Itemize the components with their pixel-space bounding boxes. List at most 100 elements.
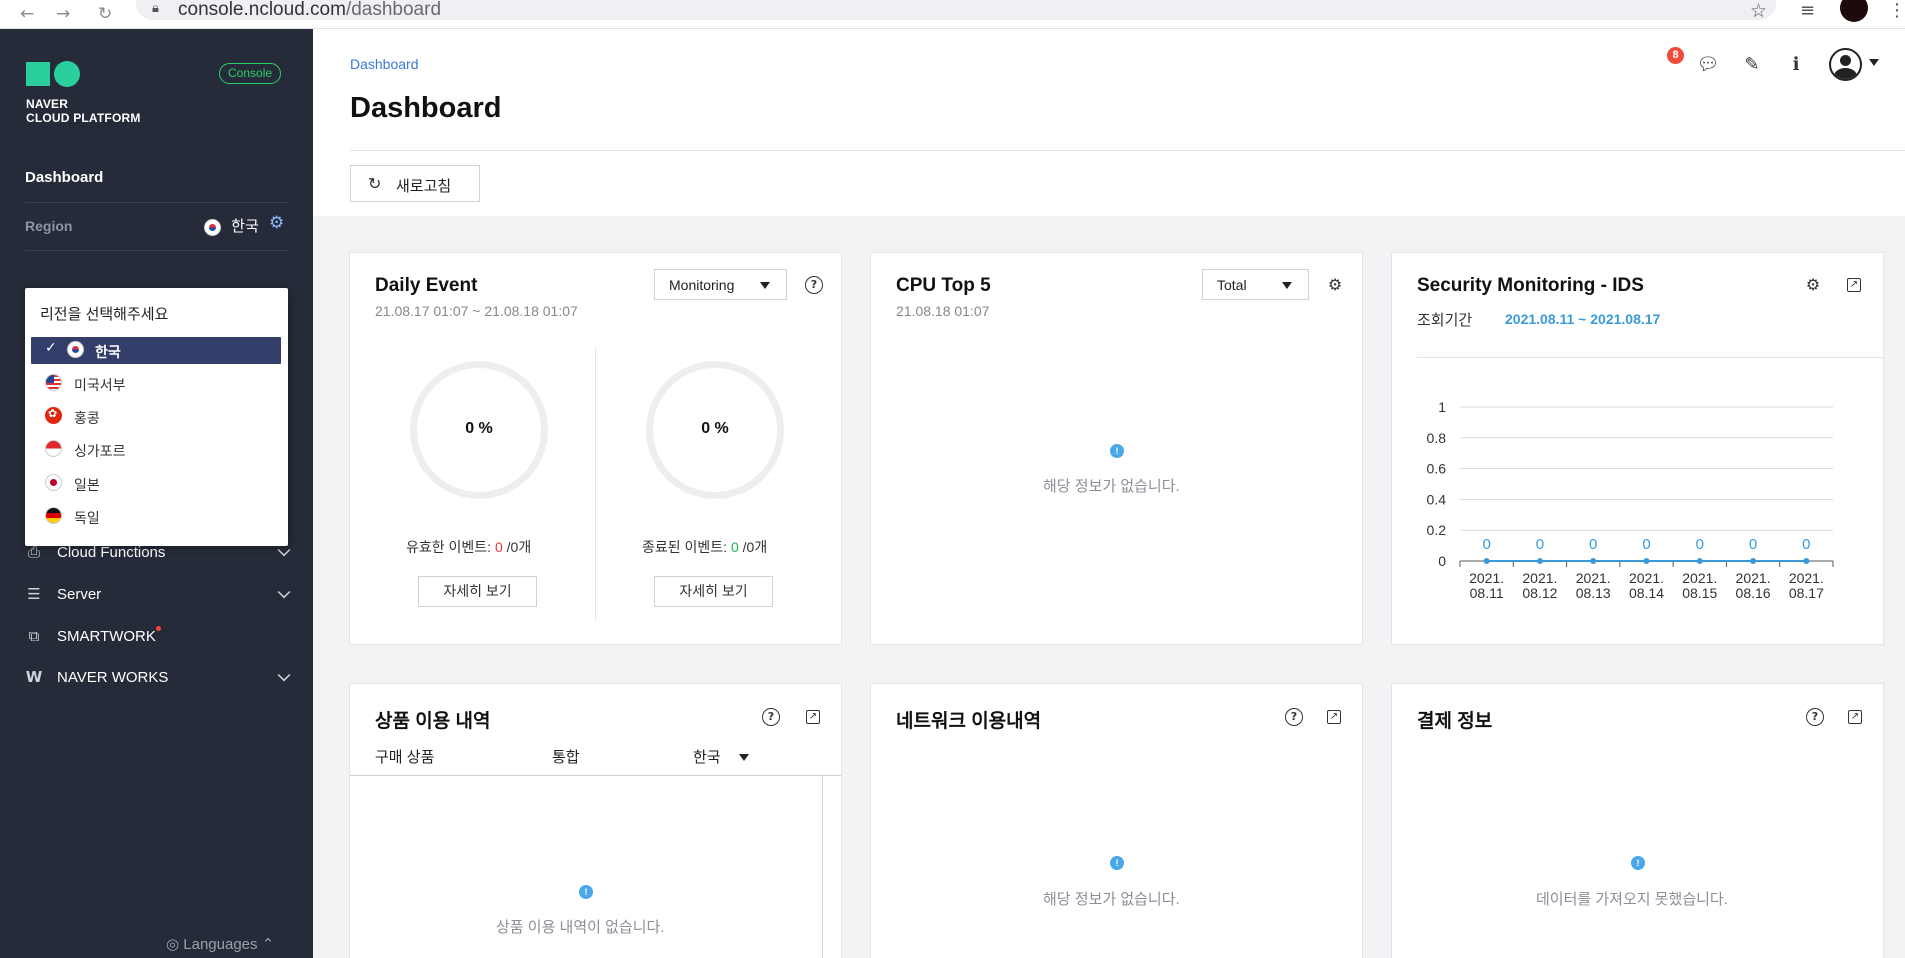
cpu-top5-card: CPU Top 5 21.08.18 01:07 Total ⚙ ! 해당 정보… [870, 252, 1363, 645]
region-option-germany[interactable]: 독일 [31, 503, 281, 530]
network-usage-card: 네트워크 이용내역 ? ↗ ! 해당 정보가 없습니다. [870, 683, 1363, 958]
data-label: 0 [1589, 536, 1597, 553]
ended-event-percent: 0 % [701, 420, 729, 437]
external-link-icon[interactable]: ↗ [1327, 710, 1341, 724]
region-option-japan[interactable]: 일본 [31, 470, 281, 497]
info-icon: ! [1110, 444, 1124, 458]
germany-flag-icon [45, 507, 62, 524]
region-dropdown-title: 리전을 선택해주세요 [40, 306, 169, 323]
chevron-up-icon: ⌃ [261, 935, 275, 953]
valid-event-percent: 0 % [465, 420, 493, 437]
chat-icon[interactable]: 💬︎ [1694, 51, 1722, 79]
daily-event-card: Daily Event 21.08.17 01:07 ~ 21.08.18 01… [349, 252, 842, 645]
x-tick-label: 08.14 [1629, 585, 1664, 601]
region-option-korea[interactable]: ✓ 한국 [31, 337, 281, 364]
sidebar-item-server[interactable]: ☰ Server [25, 584, 291, 608]
user-avatar[interactable] [1829, 48, 1862, 81]
data-point [1696, 558, 1703, 564]
period-text: 21.08.17 01:07 ~ 21.08.18 01:07 [375, 303, 578, 319]
x-tick-label: 08.13 [1576, 585, 1611, 601]
back-icon[interactable]: ← [20, 4, 34, 24]
edit-note-icon[interactable]: ✎ [1738, 51, 1766, 79]
region-label: Region [25, 218, 73, 234]
x-tick-label: 08.17 [1789, 585, 1824, 601]
data-point [1590, 558, 1597, 564]
region-option-singapore[interactable]: 싱가포르 [31, 436, 281, 463]
external-link-icon[interactable]: ↗ [1847, 278, 1861, 292]
japan-flag-icon [45, 474, 62, 491]
chevron-down-icon [277, 585, 291, 599]
refresh-icon: ↻ [368, 174, 382, 193]
browser-menu-icon[interactable]: ⋮ [1888, 0, 1905, 21]
sidebar-item-smartwork[interactable]: ⧉ SMARTWORK [25, 626, 290, 650]
cpu-filter-select[interactable]: Total [1202, 269, 1309, 300]
x-tick-label: 2021. [1789, 570, 1824, 586]
forward-icon[interactable]: → [56, 4, 70, 24]
user-menu-caret-icon[interactable] [1869, 59, 1879, 66]
info-panel-icon[interactable]: ℹ [1782, 51, 1810, 79]
caret-down-icon [1282, 282, 1292, 289]
daily-event-filter-select[interactable]: Monitoring [654, 269, 787, 300]
ended-event-detail-button[interactable]: 자세히 보기 [654, 576, 773, 607]
help-icon[interactable]: ? [1285, 708, 1303, 726]
console-badge[interactable]: Console [219, 63, 282, 84]
product-usage-table-body: ! 상품 이용 내역이 없습니다. [350, 776, 823, 958]
external-link-icon[interactable]: ↗ [806, 710, 820, 724]
caret-down-icon[interactable] [739, 754, 749, 761]
data-label: 0 [1749, 536, 1757, 553]
region-selector[interactable]: 한국 [204, 215, 259, 236]
page-title: Dashboard [350, 92, 502, 124]
naver-cloud-logo[interactable] [26, 61, 82, 87]
media-icon[interactable]: ≡ [1800, 0, 1815, 21]
data-label: 0 [1482, 536, 1490, 553]
y-tick-label: 0.8 [1427, 430, 1447, 446]
payment-info-card: 결제 정보 ? ↗ ! 데이터를 가져오지 못했습니다. [1391, 683, 1884, 958]
divider [350, 150, 1905, 151]
data-point [1536, 558, 1543, 564]
logo-text: NAVER CLOUD PLATFORM [26, 97, 141, 125]
gear-icon[interactable]: ⚙ [1804, 276, 1822, 294]
data-point [1483, 558, 1490, 564]
time-text: 21.08.18 01:07 [896, 303, 990, 319]
y-tick-label: 1 [1438, 399, 1446, 415]
empty-message: 상품 이용 내역이 없습니다. [496, 919, 665, 936]
info-icon: ! [579, 885, 593, 899]
gear-icon[interactable]: ⚙ [1326, 276, 1344, 294]
reload-icon[interactable]: ↻ [98, 4, 112, 24]
card-title: Security Monitoring - IDS [1417, 275, 1644, 296]
chevron-down-icon [277, 668, 291, 682]
ids-line-chart: 00.20.40.60.8102021.08.1102021.08.120202… [1427, 399, 1834, 601]
browser-profile-avatar[interactable] [1840, 0, 1868, 22]
url-text[interactable]: console.ncloud.com/dashboard [178, 0, 441, 21]
hong-kong-flag-icon [45, 407, 62, 424]
valid-event-count: 유효한 이벤트: 0 /0개 [406, 539, 532, 555]
korea-flag-icon [67, 341, 84, 358]
server-icon: ☰ [27, 585, 41, 603]
sidebar-item-dashboard[interactable]: Dashboard [25, 169, 103, 186]
product-region-select[interactable]: 한국 [693, 746, 721, 767]
security-monitoring-card: Security Monitoring - IDS ⚙ ↗ 조회기간 2021.… [1391, 252, 1884, 645]
main-header: Dashboard Dashboard ↻ 새로고침 🔔︎ 8 💬︎ ✎ ℹ [313, 29, 1905, 216]
breadcrumb[interactable]: Dashboard [350, 56, 419, 72]
bookmark-star-icon[interactable]: ☆ [1750, 0, 1767, 22]
lock-icon: 🔒︎ [152, 0, 159, 15]
external-link-icon[interactable]: ↗ [1848, 710, 1862, 724]
region-settings-gear-icon[interactable]: ⚙ [269, 213, 284, 233]
empty-message: 데이터를 가져오지 못했습니다. [1536, 891, 1728, 908]
x-tick-label: 2021. [1736, 570, 1771, 586]
help-icon[interactable]: ? [805, 276, 823, 294]
sidebar-item-naver-works[interactable]: W NAVER WORKS [25, 667, 291, 691]
region-option-hong-kong[interactable]: 홍콩 [31, 403, 281, 430]
refresh-button[interactable]: ↻ 새로고침 [350, 165, 480, 202]
languages-toggle[interactable]: ◎ Languages ⌃ [166, 935, 274, 953]
divider [595, 347, 596, 621]
help-icon[interactable]: ? [762, 708, 780, 726]
ended-event-count: 종료된 이벤트: 0 /0개 [642, 539, 768, 555]
singapore-flag-icon [45, 440, 62, 457]
card-title: 상품 이용 내역 [375, 711, 491, 732]
help-icon[interactable]: ? [1806, 708, 1824, 726]
caret-down-icon [760, 282, 770, 289]
empty-message: 해당 정보가 없습니다. [1043, 891, 1180, 908]
valid-event-detail-button[interactable]: 자세히 보기 [418, 576, 537, 607]
region-option-us-west[interactable]: 미국서부 [31, 370, 281, 397]
